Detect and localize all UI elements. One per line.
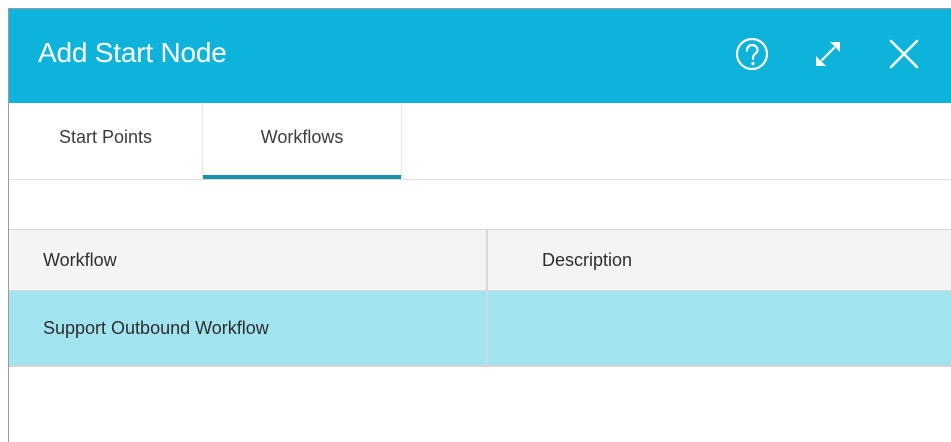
tab-bar: Start Points Workflows	[9, 103, 951, 180]
active-tab-indicator	[203, 175, 401, 179]
column-header-workflow[interactable]: Workflow	[9, 230, 486, 290]
close-icon[interactable]	[885, 35, 923, 73]
table-header: Workflow Description	[9, 229, 951, 291]
workflow-cell: Support Outbound Workflow	[43, 317, 269, 338]
table-row[interactable]: Support Outbound Workflow	[9, 291, 951, 367]
workflow-table: Workflow Description Support Outbound Wo…	[9, 229, 951, 367]
dialog-title: Add Start Node	[38, 37, 227, 68]
help-icon[interactable]	[733, 35, 771, 73]
description-cell	[486, 291, 951, 365]
dialog-header: Add Start Node	[9, 9, 951, 103]
tab-label: Start Points	[58, 126, 153, 147]
expand-icon[interactable]	[809, 35, 847, 73]
tab-start-points[interactable]: Start Points	[9, 103, 202, 179]
column-header-description[interactable]: Description	[486, 230, 951, 290]
tab-workflows[interactable]: Workflows	[202, 103, 402, 179]
tab-label: Workflows	[260, 126, 344, 147]
add-start-node-dialog: Add Start Node Start Points Workflows Wo…	[8, 8, 951, 442]
